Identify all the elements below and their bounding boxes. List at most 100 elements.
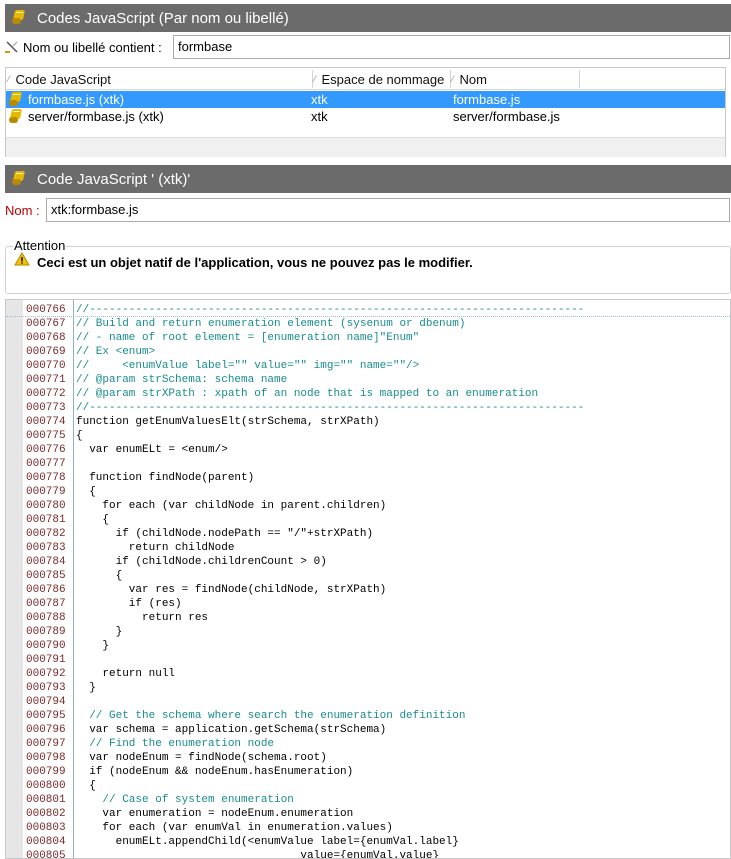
code-text: for each (var childNode in parent.childr… — [76, 500, 387, 512]
line-number: 000774 — [26, 416, 66, 428]
code-text: { — [76, 486, 96, 498]
code-text: var res = findNode(childNode, strXPath) — [76, 584, 387, 596]
code-line: 000770 // <enumValue label="" value="" im… — [6, 359, 730, 373]
line-number: 000767 — [26, 318, 66, 330]
table-row[interactable]: formbase.js (xtk) xtk formbase.js — [6, 91, 725, 108]
grid-header: ⁄ Code JavaScript ⁄ Espace de nommage ⁄ Nom — [6, 68, 725, 90]
filter-label: Nom ou libellé contient : — [23, 39, 162, 55]
warning-icon — [14, 252, 30, 266]
code-text: // Case of system enumeration — [76, 794, 294, 806]
line-number: 000794 — [26, 696, 66, 708]
line-number: 000803 — [26, 822, 66, 834]
line-number: 000780 — [26, 500, 66, 512]
javascript-scroll-icon — [12, 170, 30, 188]
code-line: 000773 //--------------------------------… — [6, 401, 730, 415]
cell-namespace: xtk — [311, 109, 328, 124]
code-line: 000768 // - name of root element = [enume… — [6, 331, 730, 345]
code-text: // Get the schema where search the enume… — [76, 710, 466, 722]
code-text: for each (var enumVal in enumeration.val… — [76, 822, 393, 834]
list-panel-header: Codes JavaScript (Par nom ou libellé) — [5, 4, 731, 32]
cell-name: server/formbase.js — [453, 109, 560, 124]
code-text: enumELt.appendChild(<enumValue label={en… — [76, 836, 459, 848]
line-number: 000805 — [26, 850, 66, 859]
column-header-name[interactable]: ⁄ Nom — [452, 68, 572, 90]
line-number: 000802 — [26, 808, 66, 820]
code-text: { — [76, 570, 123, 582]
code-text: // Find the enumeration node — [76, 738, 275, 750]
line-number: 000770 — [26, 360, 66, 372]
line-number: 000785 — [26, 570, 66, 582]
code-line: 000794 — [6, 695, 730, 709]
line-number: 000779 — [26, 486, 66, 498]
code-line: 000801 // Case of system enumeration — [6, 793, 730, 807]
code-text: var enumELt = <enum/> — [76, 444, 228, 456]
line-number: 000769 — [26, 346, 66, 358]
code-line: 000779 { — [6, 485, 730, 499]
table-row[interactable]: server/formbase.js (xtk) xtk server/form… — [6, 108, 725, 125]
nom-label: Nom : — [5, 202, 40, 218]
code-text: function getEnumValuesElt(strSchema, str… — [76, 416, 380, 428]
code-line: 000796 var schema = application.getSchem… — [6, 723, 730, 737]
code-text: function findNode(parent) — [76, 472, 255, 484]
line-number: 000791 — [26, 654, 66, 666]
list-panel-title: Codes JavaScript (Par nom ou libellé) — [37, 9, 289, 27]
code-editor[interactable]: 000766 //--------------------------------… — [5, 299, 731, 859]
column-header-code[interactable]: ⁄ Code JavaScript — [8, 68, 308, 90]
line-number: 000766 — [26, 304, 66, 316]
line-number: 000778 — [26, 472, 66, 484]
code-text: // @param strXPath : xpath of an node th… — [76, 388, 539, 400]
nom-row: Nom : — [5, 198, 40, 222]
code-line: 000777 — [6, 457, 730, 471]
code-text: // - name of root element = [enumeration… — [76, 332, 420, 344]
attention-legend: Attention — [13, 238, 67, 253]
grid-footer — [6, 137, 725, 157]
line-number: 000783 — [26, 542, 66, 554]
line-number: 000795 — [26, 710, 66, 722]
code-text: { — [76, 780, 96, 792]
code-line: 000790 } — [6, 639, 730, 653]
code-line: 000805 value={enumVal.value} — [6, 849, 730, 859]
filter-input[interactable]: formbase — [173, 35, 730, 59]
code-text: } — [76, 682, 96, 694]
cell-namespace: xtk — [311, 92, 328, 107]
javascript-scroll-icon — [9, 108, 25, 127]
code-line: 000795 // Get the schema where search th… — [6, 709, 730, 723]
line-number: 000771 — [26, 374, 66, 386]
javascript-scroll-icon — [12, 9, 30, 27]
line-number: 000786 — [26, 584, 66, 596]
attention-group: Attention Ceci est un objet natif de l'a… — [5, 238, 731, 294]
column-header-namespace[interactable]: ⁄ Espace de nommage — [314, 68, 454, 90]
code-text: var schema = application.getSchema(strSc… — [76, 724, 387, 736]
code-line: 000766 //--------------------------------… — [6, 303, 730, 317]
code-text: // Ex <enum> — [76, 346, 156, 358]
code-line: 000780 for each (var childNode in parent… — [6, 499, 730, 513]
cell-name: formbase.js — [453, 92, 521, 107]
code-line: 000782 if (childNode.nodePath == "/"+str… — [6, 527, 730, 541]
code-line: 000776 var enumELt = <enum/> — [6, 443, 730, 457]
code-text: // <enumValue label="" value="" img="" n… — [76, 360, 420, 372]
code-line: 000802 var enumeration = nodeEnum.enumer… — [6, 807, 730, 821]
code-text: if (nodeEnum && nodeEnum.hasEnumeration) — [76, 766, 354, 778]
detail-panel-title: Code JavaScript ' (xtk)' — [37, 170, 191, 188]
line-number: 000792 — [26, 668, 66, 680]
code-text: if (childNode.childrenCount > 0) — [76, 556, 327, 568]
code-line: 000789 } — [6, 625, 730, 639]
nom-field[interactable]: xtk:formbase.js — [46, 198, 730, 222]
code-text: { — [76, 430, 83, 442]
line-number: 000776 — [26, 444, 66, 456]
code-text: var nodeEnum = findNode(schema.root) — [76, 752, 327, 764]
code-text: return res — [76, 612, 209, 624]
code-text: //--------------------------------------… — [76, 402, 585, 414]
line-number: 000793 — [26, 682, 66, 694]
code-text: return childNode — [76, 542, 235, 554]
code-line: 000774 function getEnumValuesElt(strSchem… — [6, 415, 730, 429]
line-number: 000799 — [26, 766, 66, 778]
code-text: if (res) — [76, 598, 182, 610]
line-number: 000781 — [26, 514, 66, 526]
code-line: 000775 { — [6, 429, 730, 443]
code-line: 000799 if (nodeEnum && nodeEnum.hasEnume… — [6, 765, 730, 779]
line-number: 000797 — [26, 738, 66, 750]
code-line: 000786 var res = findNode(childNode, str… — [6, 583, 730, 597]
line-number: 000773 — [26, 402, 66, 414]
code-text: // @param strSchema: schema name — [76, 374, 288, 386]
